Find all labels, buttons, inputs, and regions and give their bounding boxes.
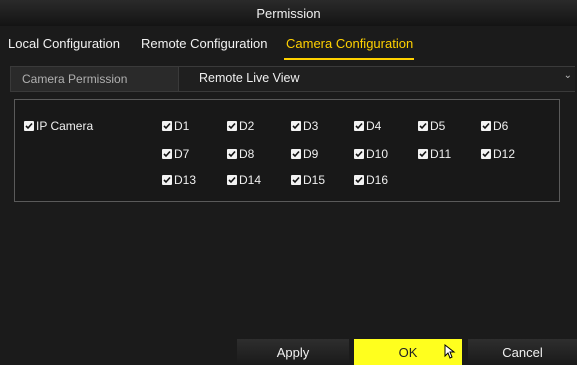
camera-checkbox-d15[interactable]: D15 — [291, 173, 325, 187]
check-icon — [354, 175, 364, 185]
check-icon — [354, 149, 364, 159]
tab-bar: Local Configuration Remote Configuration… — [0, 30, 577, 58]
camera-label: D11 — [430, 147, 452, 161]
camera-checkbox-d16[interactable]: D16 — [354, 173, 388, 187]
camera-label: D16 — [366, 173, 389, 187]
camera-checkbox-d10[interactable]: D10 — [354, 147, 388, 161]
tab-camera-configuration[interactable]: Camera Configuration — [286, 36, 413, 51]
camera-checkbox-d5[interactable]: D5 — [418, 119, 445, 133]
camera-label: D15 — [303, 173, 326, 187]
check-icon — [227, 149, 237, 159]
camera-label: D13 — [174, 173, 197, 187]
check-icon — [481, 149, 491, 159]
check-icon — [418, 121, 428, 131]
ip-camera-checkbox[interactable]: IP Camera — [24, 119, 93, 133]
camera-label: D10 — [366, 147, 389, 161]
camera-checkbox-d12[interactable]: D12 — [481, 147, 515, 161]
check-icon — [162, 149, 172, 159]
camera-label: D8 — [239, 147, 255, 161]
apply-button[interactable]: Apply — [237, 339, 349, 365]
check-icon — [481, 121, 491, 131]
check-icon — [354, 121, 364, 131]
ip-camera-label: IP Camera — [36, 119, 94, 133]
camera-label: D2 — [239, 119, 255, 133]
dialog-title: Permission — [256, 5, 321, 21]
button-bar: Apply OK Cancel — [0, 339, 577, 365]
camera-checkbox-d13[interactable]: D13 — [162, 173, 196, 187]
camera-permission-label: Camera Permission — [22, 72, 128, 86]
camera-checkbox-d4[interactable]: D4 — [354, 119, 381, 133]
check-icon — [291, 149, 301, 159]
camera-checkbox-d9[interactable]: D9 — [291, 147, 318, 161]
check-icon — [24, 121, 34, 131]
camera-permission-value: Remote Live View — [199, 71, 300, 85]
tab-local-configuration[interactable]: Local Configuration — [8, 36, 120, 51]
camera-label: D3 — [303, 119, 319, 133]
camera-checkbox-d6[interactable]: D6 — [481, 119, 508, 133]
camera-checkbox-d11[interactable]: D11 — [418, 147, 451, 161]
camera-checkbox-d14[interactable]: D14 — [227, 173, 261, 187]
check-icon — [418, 149, 428, 159]
camera-label: D1 — [174, 119, 190, 133]
camera-label: D4 — [366, 119, 382, 133]
chevron-down-icon: ⌄ — [563, 70, 572, 81]
check-icon — [227, 175, 237, 185]
camera-label: D7 — [174, 147, 190, 161]
check-icon — [291, 121, 301, 131]
camera-checkbox-d7[interactable]: D7 — [162, 147, 189, 161]
camera-permission-select[interactable]: Remote Live View ⌄ — [178, 67, 575, 91]
check-icon — [227, 121, 237, 131]
camera-permission-panel: IP Camera D1 D2 D3 D4 D5 D6 D7 D8 D9 D10 D11 D12 D13… — [14, 99, 560, 202]
active-tab-indicator — [284, 58, 414, 60]
camera-label: D5 — [430, 119, 446, 133]
camera-checkbox-d8[interactable]: D8 — [227, 147, 254, 161]
camera-label: D9 — [303, 147, 319, 161]
camera-permission-row: Camera Permission Remote Live View ⌄ — [10, 66, 575, 92]
camera-label: D12 — [493, 147, 516, 161]
check-icon — [162, 121, 172, 131]
dialog-title-bar: Permission — [0, 0, 577, 26]
camera-checkbox-d1[interactable]: D1 — [162, 119, 189, 133]
camera-checkbox-d2[interactable]: D2 — [227, 119, 254, 133]
mouse-pointer-icon — [444, 344, 456, 359]
camera-label: D14 — [239, 173, 262, 187]
check-icon — [162, 175, 172, 185]
cancel-button[interactable]: Cancel — [468, 339, 577, 365]
check-icon — [291, 175, 301, 185]
camera-label: D6 — [493, 119, 509, 133]
camera-checkbox-d3[interactable]: D3 — [291, 119, 318, 133]
tab-remote-configuration[interactable]: Remote Configuration — [141, 36, 267, 51]
